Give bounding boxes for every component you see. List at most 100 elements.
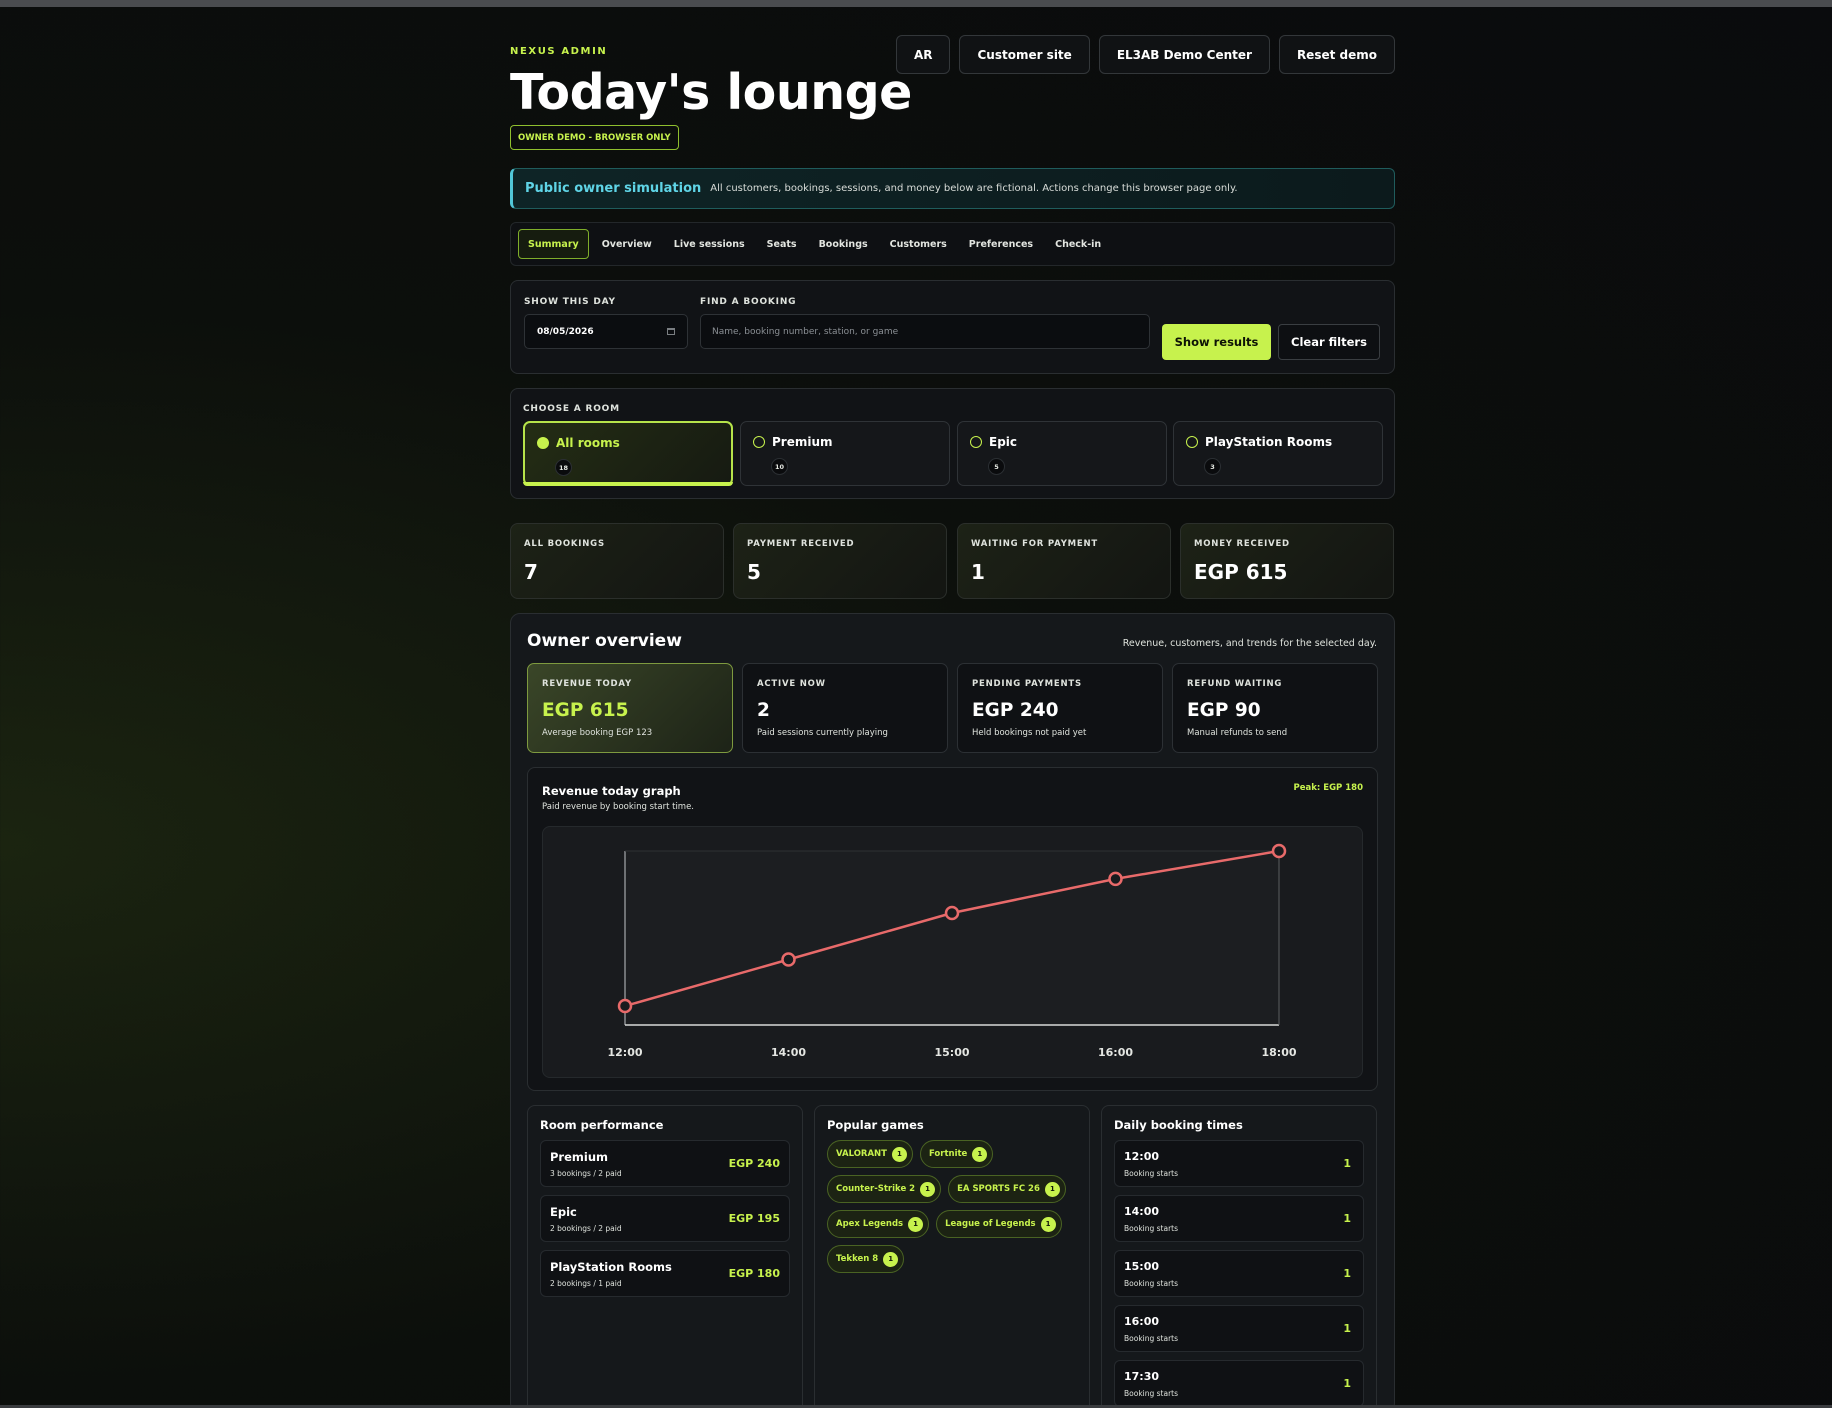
overview-subtitle: Revenue, customers, and trends for the s… (1122, 638, 1377, 649)
perf-room-name: Premium (550, 1150, 608, 1164)
tab-preferences[interactable]: Preferences (960, 229, 1042, 259)
game-name: Fortnite (928, 1149, 968, 1159)
popular-games-card: Popular games VALORANT 1 Fortnite 1 Counte… (814, 1105, 1090, 1408)
stat-all-bookings: ALL BOOKINGS 7 (510, 523, 724, 599)
radio-selected-icon (537, 437, 549, 449)
graph-subtitle: Paid revenue by booking start time. (542, 802, 695, 812)
stat-label: ALL BOOKINGS (524, 539, 605, 549)
game-name: Apex Legends (836, 1219, 904, 1229)
x-tick-label: 14:00 (771, 1046, 806, 1059)
language-button[interactable]: AR (895, 35, 951, 74)
tab-customers[interactable]: Customers (881, 229, 956, 259)
booking-times-title: Daily booking times (1114, 1118, 1243, 1132)
tab-bookings[interactable]: Bookings (810, 229, 877, 259)
room-count: 10 (771, 458, 788, 475)
kpi-value: EGP 90 (1187, 700, 1261, 721)
date-field[interactable]: 08/05/2026 (524, 314, 688, 349)
perf-room-meta: 2 bookings / 1 paid (550, 1279, 622, 1288)
booking-time: 16:00 (1124, 1315, 1160, 1328)
customer-site-button[interactable]: Customer site (959, 35, 1090, 74)
stat-label: MONEY RECEIVED (1194, 539, 1290, 549)
stat-value: 1 (971, 560, 985, 584)
window-top-border (0, 0, 1832, 7)
room-performance-row: Epic 2 bookings / 2 paid EGP 195 (540, 1195, 790, 1242)
data-point (617, 998, 633, 1014)
room-performance-row: PlayStation Rooms 2 bookings / 1 paid EG… (540, 1250, 790, 1297)
game-name: Counter-Strike 2 (836, 1184, 916, 1194)
booking-time: 17:30 (1124, 1370, 1160, 1383)
booking-time-row: 14:00 Booking starts 1 (1114, 1195, 1364, 1242)
game-chip: League of Legends 1 (936, 1210, 1062, 1238)
reset-demo-button[interactable]: Reset demo (1278, 35, 1395, 74)
room-count: 18 (555, 459, 572, 476)
stat-label: PAYMENT RECEIVED (747, 539, 855, 549)
booking-time-count: 1 (1343, 1322, 1351, 1335)
kpi-refund-waiting: REFUND WAITING EGP 90 Manual refunds to … (1172, 663, 1378, 753)
tab-summary[interactable]: Summary (518, 229, 589, 259)
revenue-line-chart: 12:00 14:00 15:00 16:00 18:00 (542, 826, 1363, 1078)
booking-search-input[interactable]: Name, booking number, station, or game (700, 314, 1150, 349)
stat-value: EGP 615 (1194, 560, 1288, 584)
show-results-button[interactable]: Show results (1162, 324, 1271, 360)
x-tick-label: 12:00 (607, 1046, 642, 1059)
tab-seats[interactable]: Seats (758, 229, 806, 259)
perf-room-name: Epic (550, 1205, 577, 1219)
perf-room-meta: 3 bookings / 2 paid (550, 1169, 622, 1178)
room-name: PlayStation Rooms (1205, 435, 1333, 449)
calendar-icon[interactable] (667, 328, 675, 335)
booking-time-count: 1 (1343, 1377, 1351, 1390)
overview-title: Owner overview (527, 631, 682, 651)
kpi-note: Held bookings not paid yet (972, 728, 1087, 738)
booking-times-card: Daily booking times 12:00 Booking starts… (1101, 1105, 1377, 1408)
kpi-label: ACTIVE NOW (757, 679, 826, 689)
data-point (781, 952, 796, 967)
booking-time-row: 12:00 Booking starts 1 (1114, 1140, 1364, 1187)
notice-text: All customers, bookings, sessions, and m… (710, 183, 1238, 194)
demo-center-button[interactable]: EL3AB Demo Center (1098, 35, 1270, 74)
room-option-epic[interactable]: Epic 5 (957, 421, 1167, 486)
kpi-value: EGP 240 (972, 700, 1059, 721)
tab-overview[interactable]: Overview (593, 229, 661, 259)
rooms-label: CHOOSE A ROOM (523, 404, 620, 414)
date-value: 08/05/2026 (537, 326, 594, 337)
stat-value: 7 (524, 560, 538, 584)
room-option-all[interactable]: All rooms 18 (523, 421, 733, 486)
tab-bar: Summary Overview Live sessions Seats Boo… (510, 222, 1395, 266)
stat-money-received: MONEY RECEIVED EGP 615 (1180, 523, 1394, 599)
kpi-value: EGP 615 (542, 700, 629, 721)
game-name: EA SPORTS FC 26 (957, 1184, 1040, 1194)
game-count: 1 (891, 1146, 907, 1162)
room-performance-row: Premium 3 bookings / 2 paid EGP 240 (540, 1140, 790, 1187)
room-option-premium[interactable]: Premium 10 (740, 421, 950, 486)
room-option-playstation[interactable]: PlayStation Rooms 3 (1173, 421, 1383, 486)
data-point (1108, 871, 1123, 887)
x-tick-label: 16:00 (1098, 1046, 1133, 1059)
game-count: 1 (1040, 1216, 1056, 1232)
booking-time-meta: Booking starts (1124, 1224, 1179, 1233)
game-name: Tekken 8 (836, 1254, 879, 1264)
booking-time-count: 1 (1343, 1157, 1351, 1170)
stat-value: 5 (747, 560, 761, 584)
kpi-active-now: ACTIVE NOW 2 Paid sessions currently pla… (742, 663, 948, 753)
radio-icon (753, 436, 765, 448)
clear-filters-button[interactable]: Clear filters (1278, 324, 1380, 360)
game-chip: EA SPORTS FC 26 1 (948, 1175, 1066, 1203)
perf-room-name: PlayStation Rooms (550, 1260, 672, 1274)
stat-payment-received: PAYMENT RECEIVED 5 (733, 523, 947, 599)
top-actions: AR Customer site EL3AB Demo Center Reset… (895, 35, 1395, 74)
game-count: 1 (1044, 1181, 1060, 1197)
kpi-label: REFUND WAITING (1187, 679, 1283, 689)
booking-time-meta: Booking starts (1124, 1334, 1179, 1343)
kpi-note: Average booking EGP 123 (542, 728, 653, 738)
tab-check-in[interactable]: Check-in (1046, 229, 1110, 259)
game-count: 1 (883, 1251, 899, 1267)
page-title: Today's lounge (510, 64, 912, 121)
x-tick-label: 15:00 (934, 1046, 969, 1059)
date-label: SHOW THIS DAY (524, 297, 616, 307)
room-name: Premium (772, 435, 833, 449)
data-point (1271, 843, 1287, 859)
data-point (944, 905, 960, 921)
room-selector: CHOOSE A ROOM All rooms 18 Premium 10 Ep… (510, 388, 1395, 499)
tab-live-sessions[interactable]: Live sessions (665, 229, 754, 259)
booking-time-count: 1 (1343, 1212, 1351, 1225)
